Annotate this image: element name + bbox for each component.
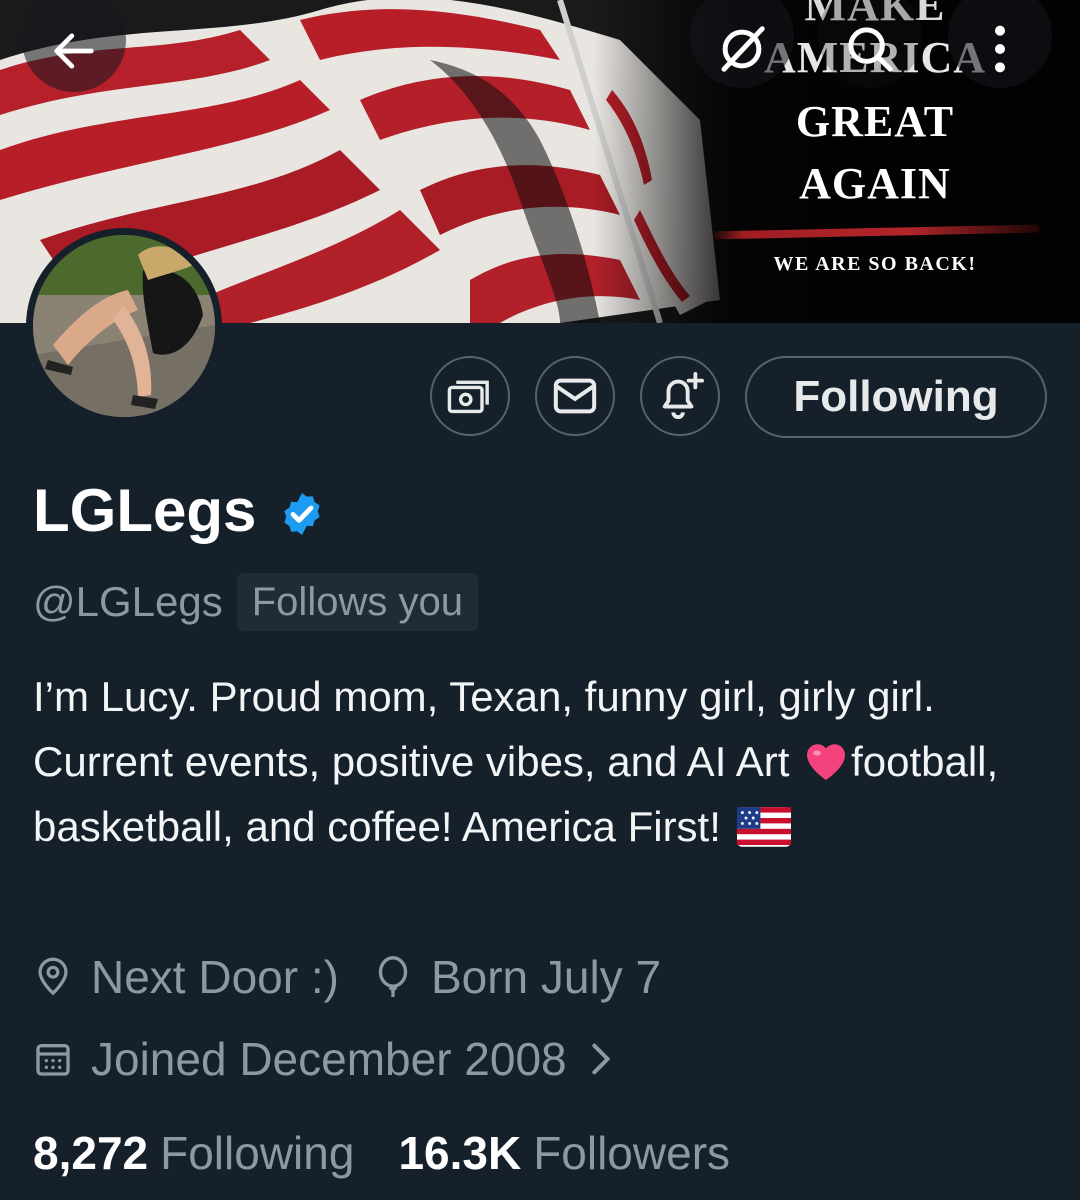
- notifications-button[interactable]: [640, 356, 720, 436]
- joined-text: Joined December 2008: [91, 1033, 567, 1085]
- follow-stats: 8,272 Following 16.3K Followers: [33, 1126, 774, 1180]
- tip-button[interactable]: [430, 356, 510, 436]
- handle: @LGLegs: [33, 578, 223, 625]
- heart-emoji-icon: [807, 744, 846, 780]
- birthday-item: Born July 7: [373, 950, 661, 1004]
- following-count: 8,272: [33, 1127, 149, 1179]
- banner-line-again: AGAIN: [799, 159, 951, 208]
- location-text: Next Door :): [91, 951, 339, 1003]
- balloon-icon: [373, 955, 413, 999]
- banner-tagline: WE ARE SO BACK!: [773, 253, 977, 275]
- follows-you-badge: Follows you: [236, 573, 478, 631]
- more-vertical-icon: [995, 25, 1005, 73]
- search-icon: [848, 27, 893, 72]
- banner-line-great: GREAT: [795, 97, 955, 146]
- avatar-photo: [33, 235, 215, 417]
- calendar-icon: [33, 1039, 73, 1079]
- following-stat[interactable]: 8,272 Following: [33, 1126, 354, 1180]
- display-name-row: LGLegs: [33, 476, 326, 546]
- location-pin-icon: [33, 956, 73, 998]
- followers-stat[interactable]: 16.3K Followers: [398, 1126, 730, 1180]
- verified-badge-icon[interactable]: [278, 490, 326, 538]
- arrow-left-icon: [54, 33, 94, 69]
- chevron-right-icon: [587, 1039, 615, 1079]
- followers-label: Followers: [533, 1127, 731, 1179]
- profile-meta-row: Next Door :) Born July 7: [33, 950, 695, 1004]
- envelope-icon: [553, 378, 597, 414]
- bell-plus-icon: [662, 372, 704, 419]
- bio-text-part1: I’m Lucy. Proud mom, Texan, funny girl, …: [33, 673, 935, 785]
- eye-slash-icon: [721, 26, 765, 72]
- avatar[interactable]: [26, 228, 222, 424]
- joined-item[interactable]: Joined December 2008: [33, 1032, 615, 1086]
- avatar-image: [33, 235, 215, 417]
- joined-row[interactable]: Joined December 2008: [33, 1032, 649, 1086]
- handle-row: @LGLegs Follows you: [33, 572, 478, 632]
- banner-divider: [709, 224, 1041, 240]
- message-button[interactable]: [535, 356, 615, 436]
- following-button[interactable]: Following: [745, 356, 1047, 438]
- followers-count: 16.3K: [398, 1127, 522, 1179]
- us-flag-emoji-icon: [736, 807, 791, 847]
- display-name: LGLegs: [33, 477, 257, 544]
- following-label: Following: [160, 1127, 355, 1179]
- money-icon: [447, 380, 489, 414]
- birthday-text: Born July 7: [430, 951, 662, 1003]
- bio: I’m Lucy. Proud mom, Texan, funny girl, …: [33, 664, 1043, 859]
- location-item: Next Door :): [33, 950, 339, 1004]
